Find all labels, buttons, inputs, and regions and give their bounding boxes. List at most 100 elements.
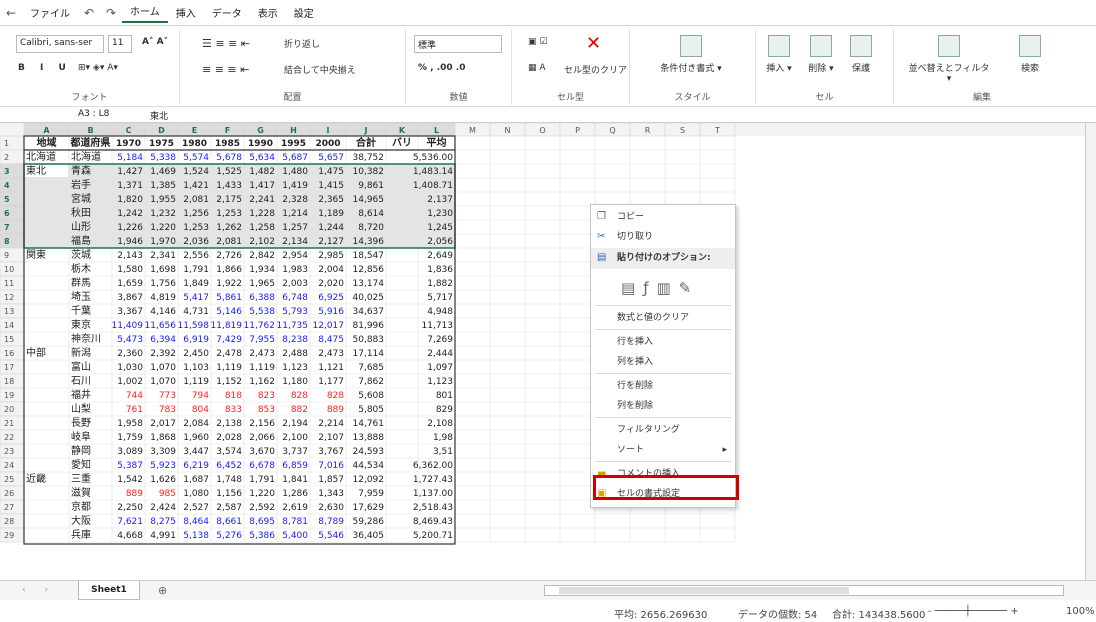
value-cell: 11,409 xyxy=(112,321,144,331)
value-cell: 1,475 xyxy=(318,167,344,177)
menu-format-cells[interactable]: ▣ セルの書式設定 xyxy=(591,484,735,505)
paste-format-icon[interactable]: ✎ xyxy=(679,279,692,303)
tab-settings[interactable]: 設定 xyxy=(286,5,322,20)
align-icons[interactable]: ☰ ≡ ≡ ⇤ xyxy=(202,37,250,50)
conditional-format-button[interactable]: 条件付き書式 ▾ xyxy=(656,35,726,74)
prefecture-cell: 岐阜 xyxy=(71,430,91,443)
tab-data[interactable]: データ xyxy=(204,5,250,20)
cell-type-group-label: セル型 xyxy=(556,93,584,103)
grow-font-icon[interactable]: A˄ A˅ xyxy=(142,37,168,47)
bold-italic-underline-icon[interactable]: B I U xyxy=(18,63,72,73)
cell-type-group: ▣ ☑ ✕ ▦ A セル型のクリア セル型 xyxy=(512,29,630,105)
find-label: 検索 xyxy=(1020,64,1039,74)
menu-insert-col[interactable]: 列を挿入 xyxy=(591,352,735,373)
tab-view[interactable]: 表示 xyxy=(250,5,286,20)
value-cell: 1,415 xyxy=(318,181,344,191)
menu-insert-comment[interactable]: ▬ コメントの挿入 xyxy=(591,464,735,485)
tab-file[interactable]: ファイル xyxy=(22,5,78,20)
row-header-label: 15 xyxy=(4,335,14,344)
border-fill-color-icon[interactable]: ⊞▾ ◈▾ A▾ xyxy=(78,63,118,73)
sheet-nav-arrows-icon[interactable]: ‹ › xyxy=(22,585,56,595)
column-header-label: N xyxy=(505,126,511,135)
horizontal-scrollbar-thumb[interactable] xyxy=(559,587,849,594)
menu-clear-formula-values[interactable]: 数式と値のクリア xyxy=(591,308,735,329)
value-cell: 794 xyxy=(192,391,209,401)
row-header-label: 1 xyxy=(4,139,9,148)
sheet-tab-bar: ‹ › Sheet1 ⊕ xyxy=(0,580,1096,600)
menu-insert-row[interactable]: 行を挿入 xyxy=(591,332,735,353)
value-cell: 1,220 xyxy=(150,223,176,233)
formula-input[interactable]: 東北 xyxy=(150,109,168,122)
sum-cell: 17,114 xyxy=(353,349,385,359)
menu-cut[interactable]: ✂ 切り取り xyxy=(591,227,735,248)
value-cell: 2,003 xyxy=(282,279,308,289)
row-header-label: 17 xyxy=(4,363,14,372)
value-cell: 5,400 xyxy=(282,531,308,541)
merge-center-button[interactable]: 結合して中央揃え xyxy=(284,63,356,76)
column-header-label: O xyxy=(539,126,545,135)
value-cell: 1,433 xyxy=(216,181,242,191)
row-header-label: 25 xyxy=(4,475,14,484)
vertical-scrollbar[interactable] xyxy=(1085,123,1096,580)
value-cell: 1,419 xyxy=(282,181,308,191)
prefecture-cell: 山梨 xyxy=(71,402,91,415)
value-cell: 1,868 xyxy=(150,433,176,443)
sum-cell: 18,547 xyxy=(353,251,385,261)
menu-delete-col[interactable]: 列を削除 xyxy=(591,396,735,417)
value-cell: 4,731 xyxy=(183,307,209,317)
value-cell: 3,309 xyxy=(150,447,176,457)
protect-button[interactable]: 保護 xyxy=(826,35,896,74)
sheet-tab[interactable]: Sheet1 xyxy=(78,581,140,600)
clear-celltype-button[interactable]: セル型のクリア xyxy=(564,63,627,76)
value-cell: 1,119 xyxy=(183,377,209,387)
value-cell: 5,793 xyxy=(282,307,308,317)
value-cell: 4,991 xyxy=(150,531,176,541)
sum-cell: 10,382 xyxy=(353,167,385,177)
wrap-text-button[interactable]: 折り返し xyxy=(284,37,320,50)
name-box[interactable]: A3 : L8 xyxy=(78,109,109,119)
avg-cell: 2,649 xyxy=(427,251,453,261)
tab-insert[interactable]: 挿入 xyxy=(168,5,204,20)
value-cell: 1,857 xyxy=(318,475,344,485)
menu-sort[interactable]: ソート ▸ xyxy=(591,440,735,461)
column-header-label: Q xyxy=(609,126,615,135)
halign-icons[interactable]: ≡ ≡ ≡ ⇤ xyxy=(202,63,249,76)
add-sheet-icon[interactable]: ⊕ xyxy=(158,584,167,597)
menu-delete-row[interactable]: 行を削除 xyxy=(591,376,735,397)
celltype-icons[interactable]: ▣ ☑ xyxy=(528,37,547,47)
font-name-select[interactable]: Calibri, sans-ser xyxy=(16,35,104,53)
paste-values-icon[interactable]: ▥ xyxy=(656,279,670,303)
menu-copy[interactable]: ❐ コピー xyxy=(591,207,735,228)
avg-cell: 1,245 xyxy=(427,223,453,233)
value-cell: 882 xyxy=(291,405,308,415)
paste-all-icon[interactable]: ▤ xyxy=(621,279,635,303)
sort-filter-button[interactable]: 並べ替えとフィルタ ▾ xyxy=(904,35,994,84)
celltype-icon-2[interactable]: ▦ A xyxy=(528,63,546,73)
zoom-slider[interactable]: - ─────┼────── + xyxy=(928,606,1019,617)
percent-comma-icons[interactable]: % , .00 .0 xyxy=(418,63,465,73)
value-cell: 761 xyxy=(126,405,143,415)
horizontal-scrollbar[interactable] xyxy=(544,585,1064,596)
undo-icon[interactable]: ↶ xyxy=(78,6,100,20)
clear-x-icon[interactable]: ✕ xyxy=(586,33,601,54)
conditional-format-icon xyxy=(680,35,702,57)
value-cell: 6,859 xyxy=(282,461,308,471)
font-size-select[interactable]: 11 xyxy=(108,35,132,53)
spreadsheet-grid[interactable]: A B C D E F G H I J K L M N O P Q R S T 1 2 3 4 5 6 7 8 9 10 11 12 13 14 1… xyxy=(0,123,1085,580)
prefecture-cell: 大阪 xyxy=(71,514,91,527)
number-group: 標準 % , .00 .0 数値 xyxy=(406,29,512,105)
back-arrow-icon[interactable]: ← xyxy=(0,6,22,20)
tab-home[interactable]: ホーム xyxy=(122,3,168,23)
value-cell: 818 xyxy=(225,391,242,401)
number-format-select[interactable]: 標準 xyxy=(414,35,502,53)
value-cell: 5,417 xyxy=(183,293,209,303)
paste-formula-icon[interactable]: ƒ xyxy=(643,279,648,303)
prefecture-cell: 北海道 xyxy=(71,150,101,163)
redo-icon[interactable]: ↷ xyxy=(100,6,122,20)
menu-filtering[interactable]: フィルタリング xyxy=(591,420,735,441)
header-cell: 合計 xyxy=(355,136,376,149)
value-cell: 889 xyxy=(126,489,143,499)
row-header-label: 18 xyxy=(4,377,14,386)
value-cell: 1,965 xyxy=(249,279,275,289)
find-button[interactable]: 検索 xyxy=(1002,35,1058,74)
